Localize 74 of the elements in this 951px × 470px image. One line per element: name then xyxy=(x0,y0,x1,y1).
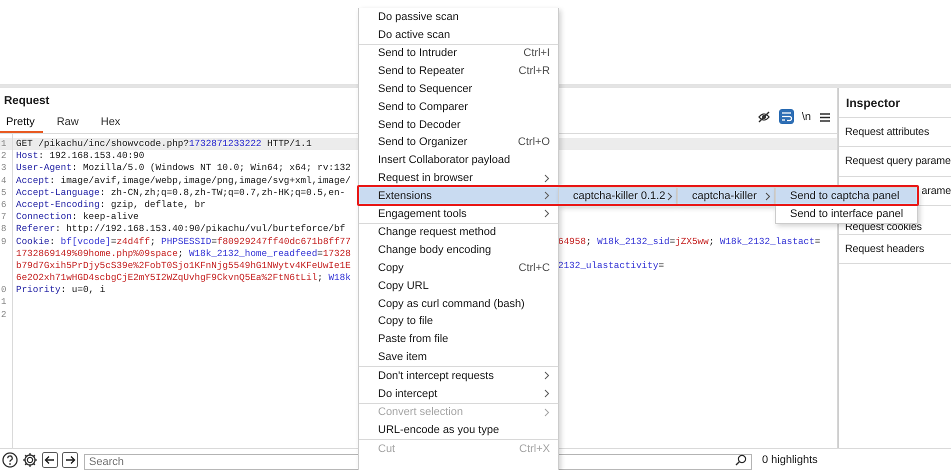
code-line: Priority: u=0, i xyxy=(16,284,106,296)
menu-item[interactable]: Send to captcha panel xyxy=(776,188,917,206)
menu-item[interactable]: Do active scan xyxy=(359,26,558,44)
code-line: 1732869149%09home.php%09space; W18k_2132_home_readfeed=17328 xyxy=(16,248,352,260)
menu-item[interactable]: Extensions xyxy=(359,186,558,205)
newline-toggle[interactable]: \n xyxy=(802,110,811,122)
menu-item[interactable]: Don't intercept requests xyxy=(359,366,558,385)
menu-item[interactable]: Send to Intruder Ctrl+I xyxy=(359,44,558,62)
code-line: 64958; W18k_2132_sid=jZX5ww; W18k_2132_lastact= xyxy=(558,236,822,248)
line-number: 9 xyxy=(0,236,8,248)
line-number: 2 xyxy=(0,308,8,321)
line-number: 6 xyxy=(0,198,8,212)
menu-item[interactable]: Copy to file xyxy=(359,312,558,330)
menu-item[interactable]: Send to Sequencer xyxy=(359,80,558,98)
line-number: 5 xyxy=(0,186,8,199)
highlight-count: 0 highlights xyxy=(762,454,818,466)
menu-item[interactable]: Engagement tools xyxy=(359,204,558,223)
code-line: Cookie: bf[vcode]=z4d4ff; PHPSESSID=f80929247ff40dc671b8ff77 xyxy=(16,236,352,248)
inspector-item[interactable]: arame xyxy=(921,184,951,197)
tab[interactable]: Raw xyxy=(50,116,87,133)
menu-item[interactable]: Send to Decoder xyxy=(359,116,558,134)
line-number: 3 xyxy=(0,162,8,175)
panel-title: Inspector xyxy=(846,96,900,110)
code-line: 6e2O2xh71wHGD4scbgCjE2mY5I2WZqUvhgF9CkvnQ5Ea%2FtN6tLil; W18k xyxy=(16,272,352,284)
menu-item[interactable]: Insert Collaborator payload xyxy=(359,151,558,170)
code-line: Host: 192.168.153.40:90 xyxy=(16,150,146,162)
help-icon[interactable] xyxy=(2,452,18,468)
menu-item[interactable]: captcha-killer 0.1.2 xyxy=(559,188,676,206)
chevron-icon xyxy=(764,192,771,201)
line-number: 7 xyxy=(0,211,8,224)
settings-icon[interactable] xyxy=(22,452,38,468)
menu-item[interactable]: Do intercept xyxy=(359,384,558,403)
inspector-item[interactable]: Request headers xyxy=(845,243,924,256)
line-number: 4 xyxy=(0,174,8,187)
menu-item[interactable]: Send to Comparer xyxy=(359,98,558,116)
menu-item[interactable]: Send to Repeater Ctrl+R xyxy=(359,62,558,80)
chevron-icon xyxy=(666,192,673,201)
code-line: Accept-Encoding: gzip, deflate, br xyxy=(16,198,207,212)
menu-item[interactable]: Copy as curl command (bash) xyxy=(359,294,558,313)
hide-icon[interactable] xyxy=(756,110,771,124)
menu-item[interactable]: Send to interface panel xyxy=(776,205,917,224)
tab[interactable]: Hex xyxy=(94,116,128,133)
line-number: 2 xyxy=(0,150,8,162)
code-line: b79d7Gxih5PrDjy5cS39e%2FobT0Sjo1KFnNjg5549hG1NWytv4KFeUwIe1E xyxy=(16,260,352,272)
menu-item[interactable]: Change request method xyxy=(359,224,558,242)
wrap-icon[interactable] xyxy=(778,109,794,124)
code-line: Accept-Language: zh-CN,zh;q=0.8,zh-TW;q=0.7,zh-HK;q=0.5,en- xyxy=(16,186,346,199)
search-icon[interactable] xyxy=(735,454,747,466)
code-line: GET /pikachu/inc/showvcode.php?1732871233222 HTTP/1.1 xyxy=(16,138,313,150)
panel-title: Request xyxy=(4,95,50,109)
line-number: 1 xyxy=(0,296,8,309)
menu-item[interactable]: Paste from file xyxy=(359,330,558,348)
code-line: User-Agent: Mozilla/5.0 (Windows NT 10.0; Win64; x64; rv:132 xyxy=(16,162,352,175)
code-line: Accept: image/avif,image/webp,image/png,image/svg+xml,image/ xyxy=(16,174,352,187)
menu-item[interactable]: captcha-killer xyxy=(678,188,774,206)
line-number: 1 xyxy=(0,138,8,150)
line-number: 0 xyxy=(0,284,8,296)
menu-item[interactable]: Do passive scan xyxy=(359,8,558,26)
menu-item[interactable]: Save item xyxy=(359,348,558,366)
inspector-item[interactable]: Request cookies xyxy=(845,221,922,234)
code-line: Connection: keep-alive xyxy=(16,211,140,224)
tab[interactable]: Pretty xyxy=(0,116,43,133)
inspector-item[interactable]: Request query parame xyxy=(845,155,951,168)
inspector-item[interactable]: Request attributes xyxy=(845,126,930,138)
menu-item[interactable]: Send to Organizer Ctrl+O xyxy=(359,134,558,152)
line-number: 8 xyxy=(0,223,8,236)
menu-item[interactable]: Copy Ctrl+C xyxy=(359,259,558,277)
menu-item[interactable]: Copy URL xyxy=(359,276,558,295)
menu-item[interactable]: URL-encode as you type xyxy=(359,421,558,440)
menu-item[interactable]: Request in browser xyxy=(359,169,558,187)
menu-item[interactable]: Change body encoding xyxy=(359,241,558,260)
code-line: 2132_ulastactivity= xyxy=(558,260,666,272)
menu-icon[interactable] xyxy=(819,110,831,122)
code-line: Referer: http://192.168.153.40:90/pikachu/vul/burteforce/bf xyxy=(16,223,346,236)
